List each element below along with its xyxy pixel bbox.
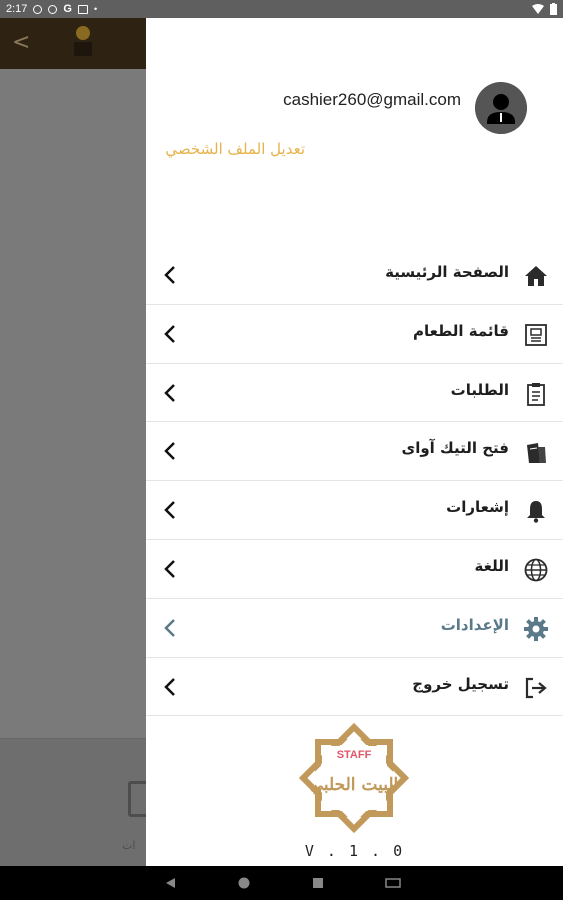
avatar[interactable] xyxy=(475,82,527,134)
chevron-left-icon xyxy=(164,618,175,637)
home-icon xyxy=(525,266,547,286)
edit-profile-link[interactable]: تعديل الملف الشخصي xyxy=(165,140,305,158)
chevron-left-icon xyxy=(164,677,175,696)
menu-item-label: قائمة الطعام xyxy=(413,321,509,340)
brand-logo: STAFF البيت الحلبي xyxy=(298,722,410,834)
chevron-left-icon xyxy=(164,266,175,284)
google-icon: G xyxy=(63,3,72,15)
menu-item-takeaway[interactable]: فتح التيك آواى xyxy=(146,422,563,482)
back-icon[interactable] xyxy=(163,876,177,890)
bell-icon xyxy=(527,501,545,523)
logo-staff-text: STAFF xyxy=(337,749,372,761)
chevron-left-icon xyxy=(164,383,175,402)
gear-icon xyxy=(48,4,58,14)
image-icon xyxy=(77,4,88,14)
menu-item-settings[interactable]: الإعدادات xyxy=(146,599,563,658)
menu-item-label: إشعارات xyxy=(446,498,509,517)
home-button-icon[interactable] xyxy=(237,876,251,890)
menu-item-label: تسجيل خروج xyxy=(412,674,509,693)
menu-item-label: الصفحة الرئيسية xyxy=(385,263,509,281)
navigation-drawer: cashier260@gmail.com تعديل الملف الشخصي … xyxy=(146,18,563,866)
globe-icon xyxy=(524,558,548,582)
menu-item-food-menu[interactable]: قائمة الطعام xyxy=(146,305,563,364)
dot-icon: • xyxy=(93,4,98,14)
clipboard-icon xyxy=(527,382,545,406)
system-nav-bar xyxy=(0,866,563,900)
menu-item-orders[interactable]: الطلبات xyxy=(146,364,563,423)
menu-item-label: الإعدادات xyxy=(440,615,509,634)
logout-icon xyxy=(525,677,547,698)
wifi-icon xyxy=(532,4,544,14)
app-version: V . 1 . 0 xyxy=(304,842,405,860)
app-logo-icon xyxy=(74,26,92,56)
menu-item-notifications[interactable]: إشعارات xyxy=(146,481,563,540)
bottom-tab-area: ات xyxy=(0,738,150,866)
keyboard-icon[interactable] xyxy=(384,877,401,889)
chevron-left-icon xyxy=(164,442,175,461)
chevron-left-icon xyxy=(164,560,175,578)
menu-item-label: فتح التيك آواى xyxy=(401,439,509,458)
logo-brand-text: البيت الحلبي xyxy=(310,775,399,795)
gear-icon xyxy=(524,616,548,641)
app-bar: < xyxy=(0,18,146,69)
status-bar: 2:17 G • xyxy=(0,0,563,18)
menu-book-icon xyxy=(525,323,547,346)
battery-icon xyxy=(550,3,557,15)
gear-icon xyxy=(33,4,43,14)
menu-item-language[interactable]: اللغة xyxy=(146,540,563,599)
chevron-left-icon xyxy=(164,324,175,343)
menu-item-home[interactable]: الصفحة الرئيسية xyxy=(146,246,563,305)
menu-item-label: الطلبات xyxy=(450,380,509,399)
menu-item-label: اللغة xyxy=(474,556,509,575)
back-arrow-icon[interactable]: < xyxy=(12,30,30,55)
chevron-left-icon xyxy=(164,501,175,520)
background-app: < ات xyxy=(0,18,150,866)
recents-icon[interactable] xyxy=(311,876,325,890)
takeaway-bag-icon xyxy=(527,443,546,464)
user-avatar-icon xyxy=(475,82,527,134)
user-email: cashier260@gmail.com xyxy=(283,90,461,109)
drawer-menu: الصفحة الرئيسية قائمة الطعام الطلبات فتح… xyxy=(146,246,563,717)
tab-label: ات xyxy=(122,839,136,852)
menu-item-logout[interactable]: تسجيل خروج xyxy=(146,658,563,717)
status-time: 2:17 xyxy=(6,3,28,15)
